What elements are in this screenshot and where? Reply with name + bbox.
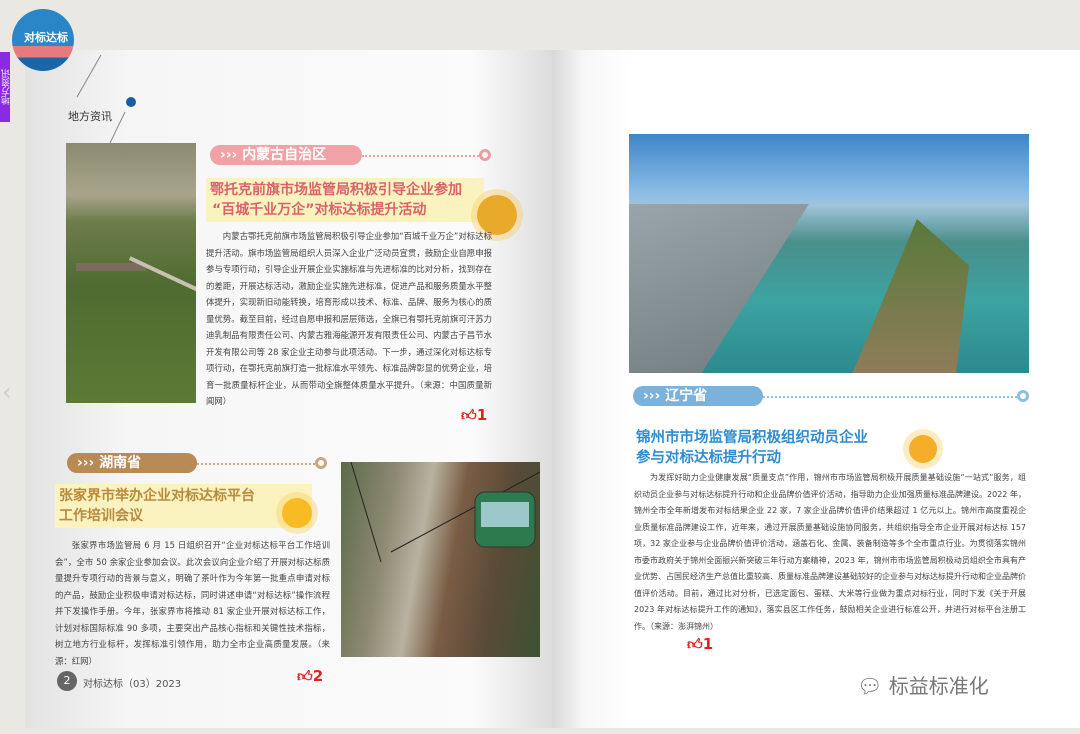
like-button[interactable]: 👍︎1 <box>687 635 713 654</box>
divider-end <box>1017 390 1029 402</box>
sun-decoration-icon <box>909 435 937 463</box>
side-tab[interactable]: 地方资讯 <box>0 52 12 122</box>
page-number: 2 <box>57 671 77 691</box>
watermark: 💬︎ 标益标准化 <box>857 674 989 698</box>
magazine-logo: 对标达标 <box>12 9 74 71</box>
wechat-icon: 💬︎ <box>857 674 883 698</box>
article-body: 为发挥好助力企业健康发展“质量支点”作用，锦州市市场监管局积极开展质量基础设施“… <box>634 473 1026 631</box>
divider <box>763 396 1017 398</box>
region-tag-hunan: ››› 湖南省 <box>67 453 197 473</box>
article-body: 张家界市场监管局 6 月 15 日组织召开“企业对标达标平台工作培训会”，全市 … <box>55 540 330 666</box>
issue-label: 对标达标（03）2023 <box>83 679 182 690</box>
coastline-photo <box>629 134 1029 373</box>
divider-end <box>479 149 491 161</box>
divider <box>197 463 315 465</box>
right-page: ››› 辽宁省 锦州市市场监管局积极组织动员企业 参与对标达标提升行动 为发挥好助… <box>552 50 1080 728</box>
section-label: 地方资讯 <box>68 110 112 123</box>
sun-decoration-icon <box>282 498 312 528</box>
like-button[interactable]: 👍︎1 <box>461 406 487 425</box>
cable-car-photo <box>341 462 540 657</box>
article-title: 张家界市举办企业对标达标平台 工作培训会议 <box>55 484 312 528</box>
divider <box>362 155 479 157</box>
grassland-photo <box>66 143 196 403</box>
like-button[interactable]: 👍︎2 <box>297 667 323 686</box>
prev-page-arrow-icon[interactable]: ‹ <box>2 378 12 406</box>
region-tag-liaoning: ››› 辽宁省 <box>633 386 763 406</box>
article-body: 内蒙古鄂托克前旗市场监管局积极引导企业参加“百城千业万企”对标达标提升活动。旗市… <box>206 231 492 406</box>
region-tag-neimenggu: ››› 内蒙古自治区 <box>210 145 362 165</box>
article-title: 锦州市市场监管局积极组织动员企业 参与对标达标提升行动 <box>636 430 868 466</box>
divider-end <box>315 457 327 469</box>
left-page: 地方资讯 ››› 内蒙古自治区 鄂托克前旗市场监管局积极引导企业参加 “百城千业万… <box>25 50 552 728</box>
article-title: 鄂托克前旗市场监管局积极引导企业参加 “百城千业万企”对标达标提升活动 <box>206 178 484 222</box>
